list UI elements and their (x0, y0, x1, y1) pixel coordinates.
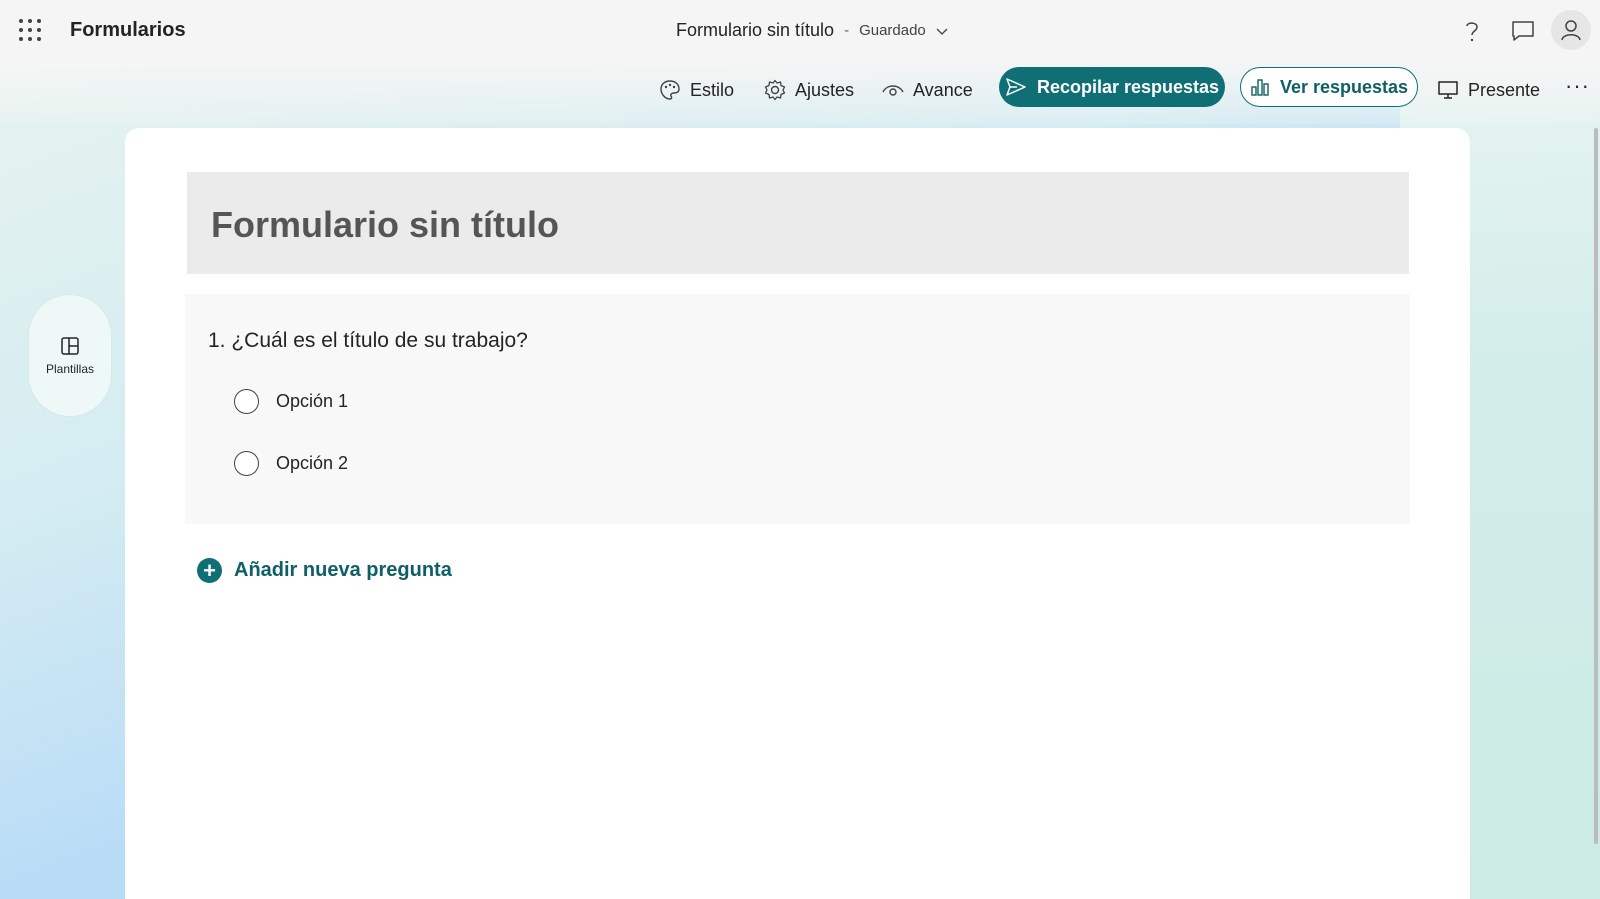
palette-icon (660, 80, 680, 100)
person-icon (1561, 20, 1581, 41)
view-responses-label: Ver respuestas (1279, 76, 1409, 97)
document-title-menu[interactable]: Formulario sin título - Guardado (676, 20, 948, 41)
help-icon[interactable] (1457, 16, 1487, 46)
chevron-down-icon (936, 28, 948, 35)
plus-icon: + (197, 558, 222, 583)
document-title: Formulario sin título (676, 20, 835, 40)
feedback-icon[interactable] (1508, 16, 1538, 46)
style-label: Estilo (690, 79, 735, 100)
app-name[interactable]: Formularios (70, 19, 186, 42)
save-status: Guardado (859, 22, 926, 39)
collect-responses-label: Recopilar respuestas (1036, 76, 1220, 97)
more-options-icon[interactable]: ··· (1565, 75, 1590, 97)
preview-button[interactable]: Avance (882, 76, 973, 104)
title-separator: - (844, 22, 850, 39)
send-icon (1006, 78, 1026, 96)
question-text[interactable]: 1. ¿Cuál es el título de su trabajo? (208, 329, 528, 353)
templates-icon (61, 336, 79, 355)
radio-button[interactable] (234, 451, 259, 476)
templates-button[interactable]: Plantillas (29, 295, 111, 416)
form-title[interactable]: Formulario sin título (211, 204, 559, 246)
option-label: Opción 1 (276, 391, 349, 411)
add-question-label: Añadir nueva pregunta (234, 559, 452, 581)
style-button[interactable]: Estilo (659, 76, 734, 104)
bar-chart-icon (1251, 79, 1269, 96)
presentation-icon (1438, 81, 1458, 99)
account-avatar[interactable] (1551, 10, 1591, 50)
templates-label: Plantillas (45, 361, 95, 376)
settings-button[interactable]: Ajustes (764, 76, 854, 104)
present-label: Presente (1468, 79, 1541, 100)
preview-label: Avance (913, 79, 973, 100)
option-label: Opción 2 (276, 453, 349, 473)
radio-button[interactable] (234, 389, 259, 414)
choice-option[interactable]: Opción 1 (234, 389, 348, 414)
page-scrollbar[interactable] (1594, 128, 1598, 844)
eye-icon (882, 85, 904, 96)
choice-option[interactable]: Opción 2 (234, 451, 348, 476)
view-responses-button[interactable]: Ver respuestas (1240, 67, 1418, 107)
app-launcher-icon[interactable] (19, 19, 41, 41)
settings-label: Ajustes (795, 79, 855, 100)
collect-responses-button[interactable]: Recopilar respuestas (999, 67, 1225, 107)
present-button[interactable]: Presente (1437, 76, 1540, 104)
gear-icon (764, 79, 786, 101)
add-question-button[interactable]: + Añadir nueva pregunta (197, 558, 452, 583)
